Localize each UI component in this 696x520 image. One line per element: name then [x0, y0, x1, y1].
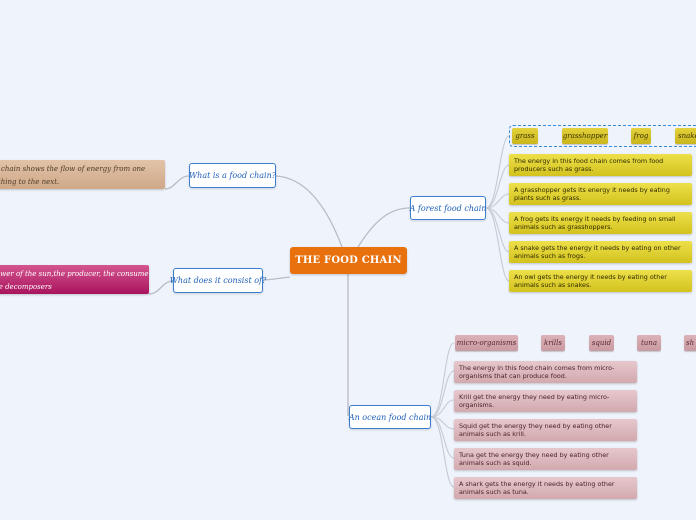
fact-line: animals such as frogs. — [514, 252, 586, 260]
forest-fact[interactable]: A snake gets the energy it needs by eati… — [509, 241, 692, 263]
fact-line: A shark gets the energy it needs by eati… — [459, 480, 615, 488]
fact-line: animals such as grasshoppers. — [514, 223, 613, 231]
note-food-chain-definition[interactable]: A food chain shows the flow of energy fr… — [0, 160, 165, 189]
forest-fact[interactable]: An owl gets the energy it needs by eatin… — [509, 270, 692, 292]
fact-line: animals such as snakes. — [514, 281, 592, 289]
connector-central-what-is — [275, 175, 343, 248]
note-line: A food chain shows the flow of energy fr… — [0, 165, 146, 173]
ocean-fact[interactable]: Krill get the energy they need by eating… — [454, 390, 637, 412]
ocean-fact[interactable]: A shark gets the energy it needs by eati… — [454, 477, 637, 499]
fact-line: animals such as krill. — [459, 430, 526, 438]
fact-line: Krill get the energy they need by eating… — [459, 393, 610, 401]
fact-line: Tuna get the energy they need by eating … — [459, 451, 609, 459]
forest-chain-item-grass[interactable]: grass — [512, 128, 538, 144]
fact-line: A frog gets its energy it needs by feedi… — [514, 215, 676, 223]
fact-line: A grasshopper gets its energy it needs b… — [514, 186, 670, 194]
note-line: The power of the sun,the producer, the c… — [0, 270, 149, 278]
note-line: and the decomposers — [0, 283, 52, 291]
note-line: living thing to the next. — [0, 178, 60, 186]
fact-line: plants such as grass. — [514, 194, 582, 202]
ocean-chain-item-shark[interactable]: sh — [684, 335, 696, 351]
topic-what-is-a-food-chain[interactable]: What is a food chain? — [189, 163, 276, 188]
connector-central-forest — [357, 207, 411, 248]
fact-line: organisms. — [459, 401, 495, 409]
fact-line: organisms that can produce food. — [459, 372, 567, 380]
fact-line: Squid get the energy they need by eating… — [459, 422, 612, 430]
ocean-chain-item-micro-organisms[interactable]: micro-organisms — [455, 335, 518, 351]
fact-line: animals such as squid. — [459, 459, 532, 467]
forest-chain-item-frog[interactable]: frog — [631, 128, 651, 144]
fact-line: A snake gets the energy it needs by eati… — [514, 244, 681, 252]
forest-chain-item-snake[interactable]: snake — [675, 128, 696, 144]
connector-what-is-note — [164, 175, 190, 190]
ocean-fact[interactable]: Tuna get the energy they need by eating … — [454, 448, 637, 470]
fact-line: The energy in this food chain comes from… — [514, 157, 664, 165]
topic-forest-food-chain[interactable]: A forest food chain — [410, 196, 486, 220]
forest-fact[interactable]: The energy in this food chain comes from… — [509, 154, 692, 176]
ocean-chain-item-krills[interactable]: krills — [541, 335, 565, 351]
forest-fact[interactable]: A grasshopper gets its energy it needs b… — [509, 183, 692, 205]
fact-line: An owl gets the energy it needs by eatin… — [514, 273, 667, 281]
fact-line: producers such as grass. — [514, 165, 594, 173]
note-food-chain-components[interactable]: The power of the sun,the producer, the c… — [0, 265, 149, 294]
central-topic[interactable]: THE FOOD CHAIN — [290, 247, 407, 274]
ocean-chain-item-tuna[interactable]: tuna — [637, 335, 661, 351]
topic-ocean-food-chain[interactable]: An ocean food chain — [349, 405, 431, 429]
mind-map-canvas: THE FOOD CHAIN What is a food chain? A f… — [0, 0, 696, 520]
fact-line: The energy in this food chain comes from… — [459, 364, 615, 372]
ocean-chain-item-squid[interactable]: squid — [589, 335, 614, 351]
ocean-fact[interactable]: The energy in this food chain comes from… — [454, 361, 637, 383]
fact-line: animals such as tuna. — [459, 488, 529, 496]
topic-what-does-it-consist-of[interactable]: What does it consist of? — [170, 268, 266, 293]
forest-chain-item-grasshopper[interactable]: grasshopper — [562, 128, 608, 144]
ocean-fact[interactable]: Squid get the energy they need by eating… — [454, 419, 637, 441]
forest-fact[interactable]: A frog gets its energy it needs by feedi… — [509, 212, 692, 234]
